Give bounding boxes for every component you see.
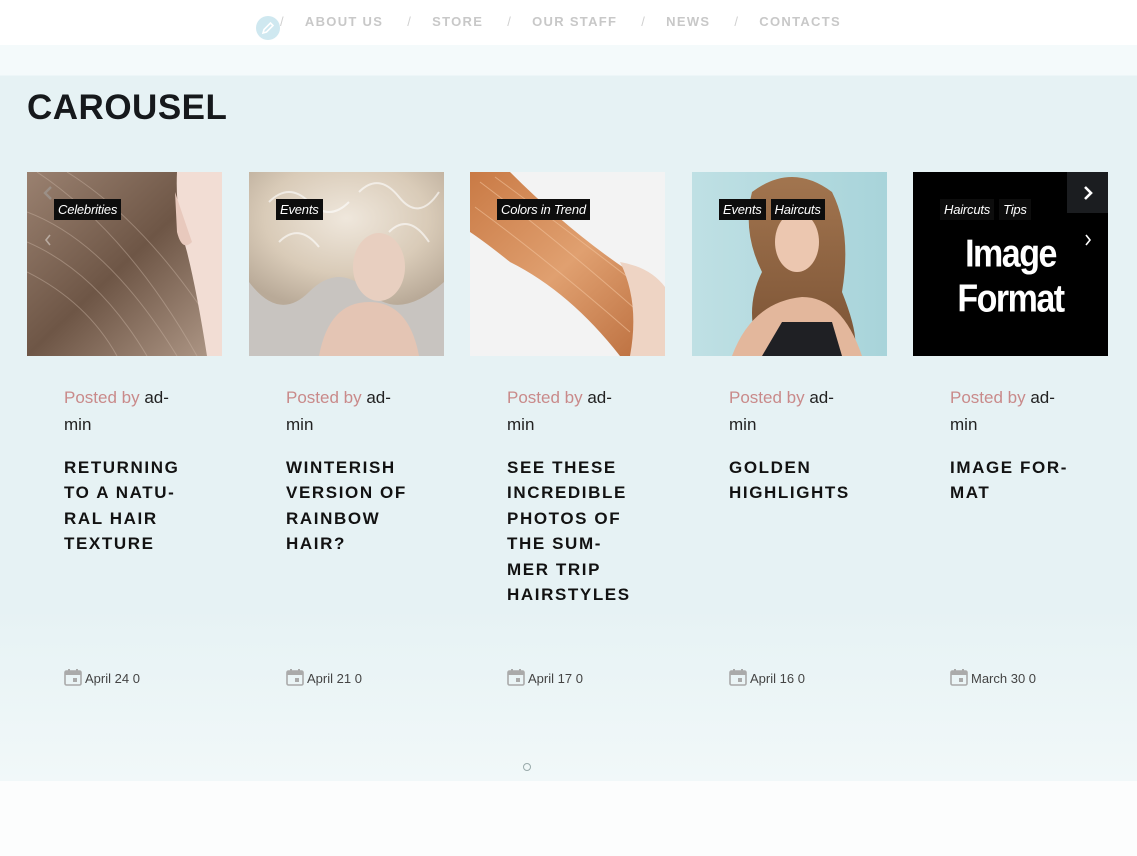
post-title-line: INCREDIBLE — [507, 483, 627, 503]
post-title-line: HAIR? — [286, 534, 346, 554]
post-title-line: IMAGE FOR- — [950, 458, 1068, 477]
post-card: Events Posted by ad- min WINTERISH VERSI… — [249, 172, 444, 686]
post-date: April 21 0 — [286, 668, 362, 686]
post-title-line: THE SUM- — [507, 534, 602, 554]
image-format-text: Image Format — [957, 232, 1065, 321]
post-image[interactable]: Events — [249, 172, 444, 356]
post-title-line: RAL HAIR — [64, 508, 158, 528]
post-tags: Colors in Trend — [497, 199, 590, 220]
post-date: March 30 0 — [950, 668, 1036, 686]
post-title-line: VERSION OF — [286, 483, 407, 503]
post-title[interactable]: RETURNING TO A NATU- RAL HAIR TEXTURE — [64, 455, 214, 557]
post-meta: Posted by ad- min — [286, 384, 416, 438]
nav-item-our-staff[interactable]: OUR STAFF — [532, 14, 617, 29]
tag-label[interactable]: Haircuts — [940, 199, 995, 220]
post-date: April 17 0 — [507, 668, 583, 686]
post-title[interactable]: WINTERISH VERSION OF RAINBOW HAIR? — [286, 455, 436, 557]
post-tags: Events — [276, 199, 323, 220]
carousel-prev-button[interactable] — [27, 172, 68, 213]
post-card: Colors in Trend Posted by ad- min SEE TH… — [470, 172, 665, 686]
tag-label[interactable]: Events — [719, 199, 766, 220]
nav-separator: / — [734, 14, 740, 29]
post-image[interactable]: Events Haircuts — [692, 172, 887, 356]
calendar-icon — [507, 669, 525, 686]
tag-label[interactable]: Colors in Trend — [497, 199, 590, 220]
nav-separator: / — [280, 14, 285, 29]
nav-item-news[interactable]: NEWS — [666, 14, 710, 29]
post-tags: Haircuts Tips — [940, 199, 1031, 220]
section-title: CAROUSEL — [27, 88, 228, 127]
post-title-line: RETURNING — [64, 458, 180, 477]
post-meta: Posted by ad- min — [950, 384, 1080, 438]
post-image[interactable]: Colors in Trend — [470, 172, 665, 356]
posted-by-label: Posted by — [729, 388, 805, 407]
post-date: April 16 0 — [729, 668, 805, 686]
pencil-icon[interactable] — [256, 16, 280, 40]
top-navigation-bar: / ABOUT US / STORE / OUR STAFF / NEWS / … — [0, 0, 1137, 45]
calendar-icon — [950, 669, 968, 686]
post-title-line: RAINBOW — [286, 508, 381, 528]
calendar-icon — [729, 669, 747, 686]
carousel-next-button[interactable] — [1067, 172, 1108, 213]
nav-separator: / — [507, 14, 513, 29]
post-title[interactable]: SEE THESE INCREDIBLE PHOTOS OF THE SUM- … — [507, 455, 657, 607]
post-author[interactable]: min — [950, 415, 977, 434]
post-author[interactable]: min — [729, 415, 756, 434]
post-date-text: March 30 0 — [971, 671, 1037, 686]
carousel-pagination-dot[interactable] — [523, 763, 531, 771]
post-date-text: April 16 0 — [750, 671, 805, 686]
posted-by-label: Posted by — [286, 388, 362, 407]
calendar-icon — [286, 669, 304, 686]
post-author[interactable]: ad- — [144, 388, 169, 407]
post-author[interactable]: ad- — [809, 388, 834, 407]
post-title-line: TEXTURE — [64, 534, 155, 554]
post-author[interactable]: min — [64, 415, 91, 434]
post-title-line: MAT — [950, 483, 991, 503]
post-title[interactable]: GOLDEN HIGHLIGHTS — [729, 455, 879, 506]
main-nav: / ABOUT US / STORE / OUR STAFF / NEWS / … — [280, 14, 865, 29]
nav-item-contacts[interactable]: CONTACTS — [759, 14, 841, 29]
post-tags: Events Haircuts — [719, 199, 825, 220]
post-meta: Posted by ad- min — [729, 384, 859, 438]
post-date-text: April 17 0 — [528, 671, 583, 686]
chevron-right-icon — [1080, 230, 1096, 250]
post-meta: Posted by ad- min — [507, 384, 637, 438]
post-title-line: MER TRIP — [507, 559, 602, 579]
tag-label[interactable]: Haircuts — [770, 199, 825, 220]
post-title[interactable]: IMAGE FOR- MAT — [950, 455, 1100, 506]
posted-by-label: Posted by — [507, 388, 583, 407]
post-author[interactable]: ad- — [366, 388, 391, 407]
post-author[interactable]: ad- — [1030, 388, 1055, 407]
post-title-line: GOLDEN — [729, 458, 812, 477]
nav-separator: / — [407, 14, 413, 29]
chevron-left-icon — [40, 230, 56, 250]
post-author[interactable]: ad- — [587, 388, 612, 407]
post-title-line: WINTERISH — [286, 458, 396, 477]
post-title-line: HIGHLIGHTS — [729, 483, 850, 503]
calendar-icon — [64, 669, 82, 686]
post-card: Events Haircuts Posted by ad- min GOLDEN… — [692, 172, 887, 686]
post-title-line: HAIRSTYLES — [507, 585, 631, 605]
post-date-text: April 21 0 — [307, 671, 362, 686]
tag-label[interactable]: Events — [276, 199, 323, 220]
nav-item-store[interactable]: STORE — [432, 14, 483, 29]
post-date-text: April 24 0 — [85, 671, 140, 686]
post-title-line: SEE THESE — [507, 458, 617, 477]
nav-item-about-us[interactable]: ABOUT US — [305, 14, 383, 29]
post-date: April 24 0 — [64, 668, 140, 686]
post-author[interactable]: min — [507, 415, 534, 434]
footer-spacer — [0, 781, 1137, 856]
post-meta: Posted by ad- min — [64, 384, 194, 438]
post-author[interactable]: min — [286, 415, 313, 434]
posted-by-label: Posted by — [64, 388, 140, 407]
post-title-line: TO A NATU- — [64, 483, 176, 503]
nav-separator: / — [641, 14, 647, 29]
tag-label[interactable]: Tips — [999, 199, 1031, 220]
chevron-right-icon — [1083, 185, 1093, 200]
post-title-line: PHOTOS OF — [507, 508, 622, 528]
posted-by-label: Posted by — [950, 388, 1026, 407]
chevron-left-icon — [42, 185, 52, 200]
